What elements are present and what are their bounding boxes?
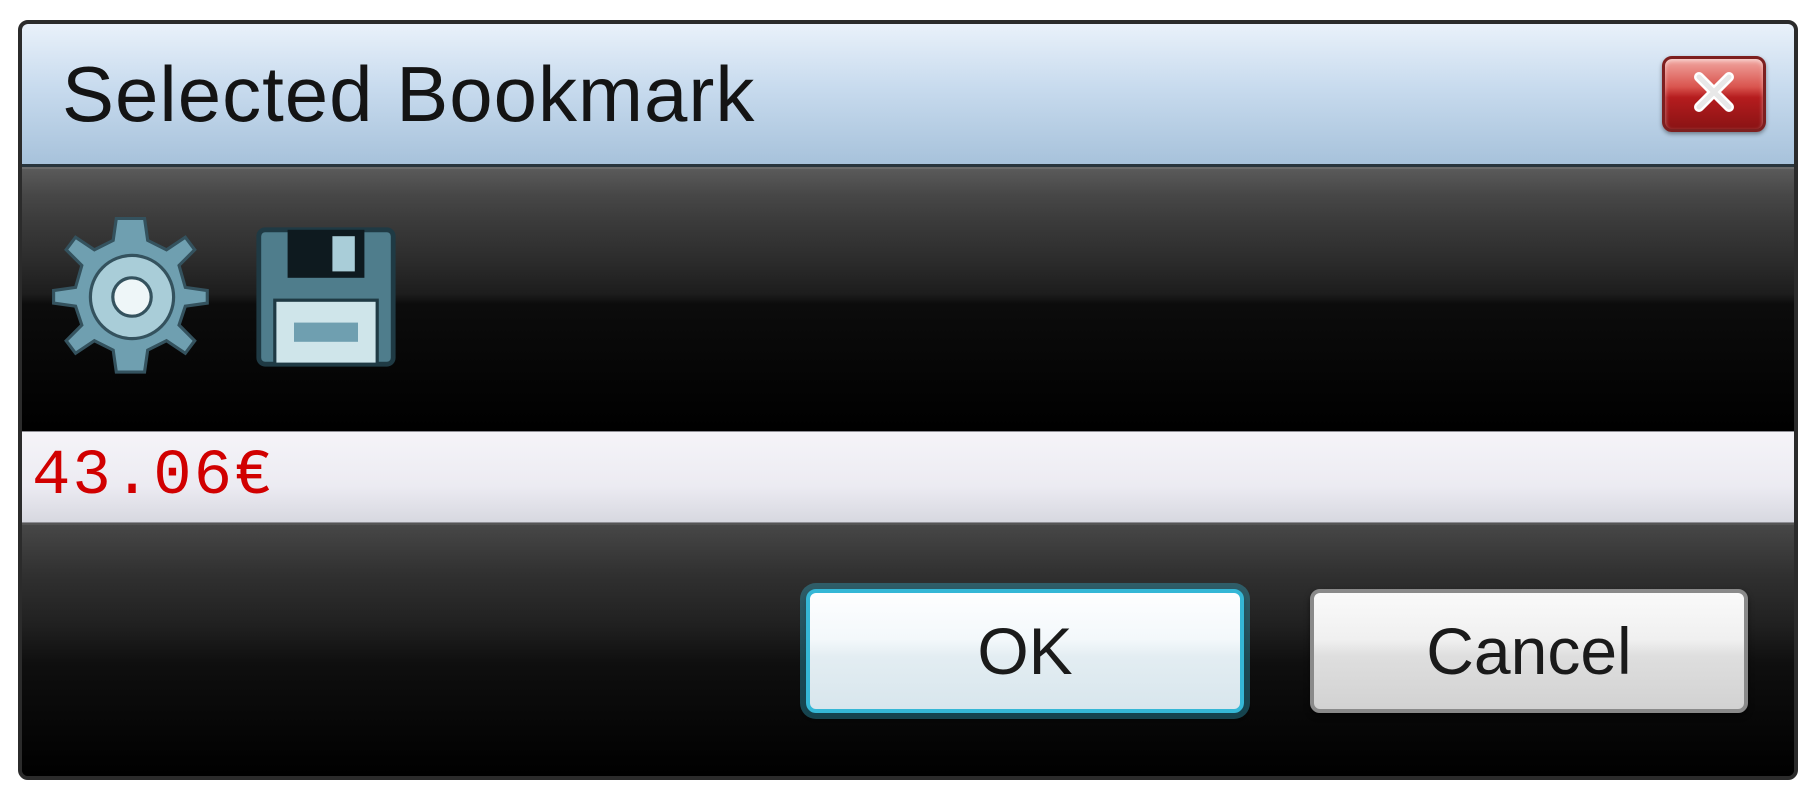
close-button[interactable] [1662,56,1766,132]
cancel-button[interactable]: Cancel [1310,589,1748,713]
button-bar: OK Cancel [22,523,1794,776]
dialog-title: Selected Bookmark [62,49,755,140]
titlebar: Selected Bookmark [22,24,1794,167]
floppy-save-icon [246,217,406,382]
value-readout: 43.06€ [32,441,274,513]
ok-button[interactable]: OK [806,589,1244,713]
toolbar [22,167,1794,431]
save-button[interactable] [246,219,406,379]
settings-button[interactable] [52,219,212,379]
gear-icon [52,217,212,382]
close-icon [1689,67,1739,122]
ok-button-label: OK [977,613,1072,689]
cancel-button-label: Cancel [1426,613,1631,689]
dialog-window: Selected Bookmark [18,20,1798,780]
value-strip: 43.06€ [22,431,1794,523]
